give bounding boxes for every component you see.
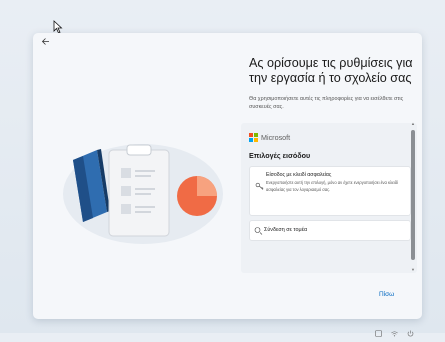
power-icon[interactable]: [407, 324, 414, 337]
signin-options-title: Επιλογές εισόδου: [249, 151, 311, 160]
mouse-cursor-icon: [53, 20, 63, 34]
page-title: Ας ορίσουμε τις ρυθμίσεις για την εργασί…: [249, 56, 413, 85]
system-tray: [375, 324, 414, 337]
scroll-down-icon[interactable]: ▼: [411, 267, 415, 272]
domain-join-label: Σύνδεση σε τομέα: [264, 226, 308, 233]
signin-panel: Microsoft Επιλογές εισόδου Είσοδος με κλ…: [241, 123, 417, 273]
work-school-illustration: [63, 144, 223, 244]
domain-join-option[interactable]: Σύνδεση σε τομέα: [249, 220, 411, 241]
scroll-thumb[interactable]: [411, 130, 415, 260]
next-button[interactable]: Πίσω: [379, 291, 394, 298]
back-arrow-icon: [41, 37, 49, 45]
microsoft-logo: Microsoft: [249, 133, 290, 142]
security-key-description: Ενεργοποιήστε αυτή την επιλογή, μόνο αν …: [266, 180, 399, 192]
domain-join-icon: [254, 227, 263, 235]
back-button[interactable]: [37, 33, 53, 49]
microsoft-name: Microsoft: [261, 133, 291, 142]
panel-scrollbar[interactable]: ▲ ▼: [411, 121, 415, 277]
microsoft-logo-icon: [249, 133, 258, 142]
oobe-window: Ας ορίσουμε τις ρυθμίσεις για την εργασί…: [33, 33, 422, 319]
page-subtitle: Θα χρησιμοποιήσετε αυτές τις πληροφορίες…: [249, 96, 404, 110]
network-icon[interactable]: [391, 324, 398, 337]
clipboard-icon: [108, 144, 170, 237]
security-key-option[interactable]: Είσοδος με κλειδί ασφαλείας Ενεργοποιήστ…: [249, 166, 411, 216]
accessibility-icon[interactable]: [375, 324, 382, 337]
security-key-title: Είσοδος με κλειδί ασφαλείας: [266, 172, 332, 178]
scroll-up-icon[interactable]: ▲: [411, 121, 415, 126]
key-icon: [255, 182, 264, 190]
